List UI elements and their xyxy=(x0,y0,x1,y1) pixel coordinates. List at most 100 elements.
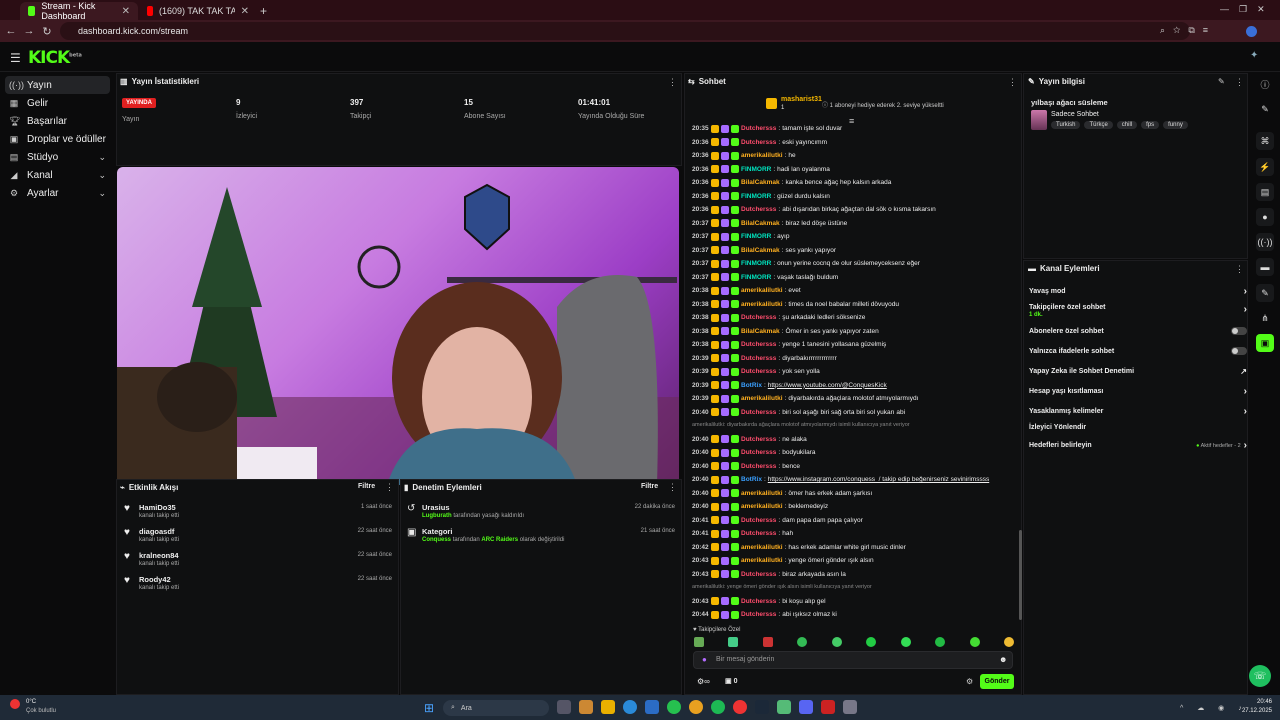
chat-scrollbar[interactable] xyxy=(1019,530,1022,620)
subs-only-row[interactable]: Abonelere özel sohbet xyxy=(1029,327,1247,335)
chat-username[interactable]: FINMORR xyxy=(741,163,771,177)
wrench-icon[interactable]: ✎ xyxy=(1256,284,1274,302)
chat-username[interactable]: FINMORR xyxy=(741,271,771,285)
send-button[interactable]: Gönder xyxy=(980,674,1014,689)
chat-message[interactable]: 20:44 Dutchersss: abi ışıksız olmaz ki xyxy=(692,608,1018,622)
chat-menu-icon[interactable]: ⋮ xyxy=(1008,77,1017,88)
chat-message[interactable]: 20:36 BilalCakmak: kanka bence ağaç hep ka… xyxy=(692,176,1018,190)
chat-message[interactable]: 20:37 BilalCakmak: biraz led döşe üstüne xyxy=(692,217,1018,231)
chat-username[interactable]: BotRix xyxy=(741,379,762,393)
chat-message[interactable]: 20:41 Dutchersss: dam papa dam papa çalıyo… xyxy=(692,514,1018,528)
chat-message[interactable]: 20:40 Dutchersss: biri sol aşağı biri sağ … xyxy=(692,406,1018,420)
chat-username[interactable]: Dutchersss xyxy=(741,338,776,352)
emote-only-row[interactable]: Yalnızca ifadelerle sohbet xyxy=(1029,347,1247,355)
document-icon[interactable]: ▤ xyxy=(1256,183,1274,201)
sidebar-item-basarilar[interactable]: 🏆︎ Başarılar xyxy=(5,112,110,130)
taskbar-app-icon[interactable] xyxy=(601,700,615,714)
channel-actions-menu-icon[interactable]: ⋮ xyxy=(1235,264,1244,275)
settings-chat-icon[interactable]: ⚙∞ xyxy=(697,677,710,686)
tag[interactable]: fps xyxy=(1141,121,1160,129)
activity-menu-icon[interactable]: ⋮ xyxy=(385,482,394,493)
banned-words-row[interactable]: Yasaklanmış kelimeler › xyxy=(1029,406,1247,417)
stream-preview[interactable] xyxy=(117,167,679,485)
sidebar-item-gelir[interactable]: ▦ Gelir xyxy=(5,94,110,112)
emoji-icon[interactable]: ☻ xyxy=(999,655,1007,664)
sidebar-item-droplar[interactable]: ▣ Droplar ve ödüller xyxy=(5,130,110,148)
chat-message[interactable]: 20:36 FINMORR: güzel durdu kalsın xyxy=(692,190,1018,204)
chat-username[interactable]: Dutchersss xyxy=(741,311,776,325)
chat-username[interactable]: Dutchersss xyxy=(741,136,776,150)
info-icon[interactable]: ⓘ xyxy=(1256,75,1274,93)
chat-message[interactable]: 20:43 Dutchersss: bi koşu alıp gel xyxy=(692,595,1018,609)
chat-message[interactable]: 20:39 amerikalilutki: diyarbakırda ağaçlar… xyxy=(692,392,1018,406)
chat-message[interactable]: 20:36 FINMORR: hadi lan oyalanma xyxy=(692,163,1018,177)
close-icon[interactable]: ✕ xyxy=(241,6,249,17)
sidebar-item-yayin[interactable]: ((·)) Yayın xyxy=(5,76,110,94)
activity-user[interactable]: Roody42 xyxy=(139,575,171,584)
chat-message[interactable]: 20:40 amerikalilutki: beklemedeyiz xyxy=(692,500,1018,514)
chat-message[interactable]: 20:38 BilalCakmak: Ömer in ses yankı yapıy… xyxy=(692,325,1018,339)
chat-username[interactable]: Dutchersss xyxy=(741,433,776,447)
taskbar-app-icon[interactable] xyxy=(689,700,703,714)
kick-logo[interactable]: KICKbeta xyxy=(28,48,82,68)
broadcast-icon[interactable]: ((·)) xyxy=(1256,233,1274,251)
url-bar[interactable]: dashboard.kick.com/stream xyxy=(60,22,1190,40)
sidebar-item-studyo[interactable]: ▤ Stüdyo ⌄ xyxy=(5,148,110,166)
chat-message[interactable]: 20:40 Dutchersss: ne alaka xyxy=(692,433,1018,447)
chat-message[interactable]: 20:38 Dutchersss: şu arkadaki ledleri söks… xyxy=(692,311,1018,325)
chat-bubble-icon[interactable]: ● xyxy=(1256,208,1274,226)
reload-icon[interactable]: ↻ xyxy=(38,25,56,38)
chat-message[interactable]: 20:37 FINMORR: ayıp xyxy=(692,230,1018,244)
support-chat-icon[interactable]: ☏ xyxy=(1249,665,1271,687)
tag[interactable]: chill xyxy=(1116,121,1138,129)
goals-row[interactable]: Hedefleri belirleyin ● Aktif hedefler - 2… xyxy=(1029,440,1247,451)
slow-mode-row[interactable]: Yavaş mod › xyxy=(1029,286,1247,297)
chat-message[interactable]: 20:44 Dutchersss:yarın hal edersin xyxy=(692,622,1018,623)
tag[interactable]: funny xyxy=(1163,121,1188,129)
host-row[interactable]: İzleyici Yönlendir xyxy=(1029,424,1247,431)
chat-username[interactable]: Dutchersss xyxy=(741,460,776,474)
chat-message[interactable]: 20:37 FINMORR: vaşak taslağı buldum xyxy=(692,271,1018,285)
ai-moderation-row[interactable]: Yapay Zeka ile Sohbet Denetimi ↗ xyxy=(1029,367,1247,376)
chat-message[interactable]: 20:40 amerikalilutki: ömer has erkek adam … xyxy=(692,487,1018,501)
stream-category[interactable]: Sadece Sohbet xyxy=(1051,111,1099,118)
gear-icon[interactable]: ⚙ xyxy=(966,677,973,686)
chat-message[interactable]: 20:43 amerikalilutki: yenge ömeri gönder ı… xyxy=(692,554,1018,568)
chat-username[interactable]: amerikalilutki xyxy=(741,298,783,312)
account-age-row[interactable]: Hesap yaşı kısıtlaması › xyxy=(1029,386,1247,397)
profile-avatar[interactable] xyxy=(1246,26,1257,37)
taskbar-app-icon[interactable] xyxy=(579,700,593,714)
chat-message[interactable]: 20:40 Dutchersss: bence xyxy=(692,460,1018,474)
list-icon[interactable]: ▬ xyxy=(1256,258,1274,276)
chat-username[interactable]: amerikalilutki xyxy=(741,284,783,298)
chat-message[interactable]: 20:38 amerikalilutki: evet xyxy=(692,284,1018,298)
taskbar-app-icon[interactable] xyxy=(843,700,857,714)
chat-username[interactable]: Dutchersss xyxy=(741,352,776,366)
back-icon[interactable]: ← xyxy=(2,25,20,37)
gift-rail-icon[interactable]: ▣ xyxy=(1256,334,1274,352)
chat-username[interactable]: Dutchersss xyxy=(741,406,776,420)
chat-message[interactable]: 20:43 Dutchersss: biraz arkayada asın la xyxy=(692,568,1018,582)
activity-filter-button[interactable]: Filtre xyxy=(358,483,375,490)
taskbar-app-icon[interactable] xyxy=(667,700,681,714)
activity-user[interactable]: kralneon84 xyxy=(139,551,179,560)
mic-icon[interactable]: ● xyxy=(702,655,707,664)
taskbar-app-icon[interactable] xyxy=(711,700,725,714)
sidebar-item-kanal[interactable]: ◢ Kanal ⌄ xyxy=(5,166,110,184)
taskbar-app-icon[interactable] xyxy=(645,700,659,714)
chat-username[interactable]: Dutchersss xyxy=(741,446,776,460)
chat-username[interactable]: Dutchersss xyxy=(741,608,776,622)
menu-icon[interactable]: ☰ xyxy=(10,51,21,65)
edit-icon[interactable]: ✎ xyxy=(1218,77,1225,86)
chat-username[interactable]: Dutchersss xyxy=(741,203,776,217)
taskbar-app-icon[interactable] xyxy=(557,700,571,714)
taskbar-app-icon[interactable] xyxy=(755,700,769,714)
chat-username[interactable]: amerikalilutki xyxy=(741,541,783,555)
chat-username[interactable]: Dutchersss xyxy=(741,365,776,379)
activity-user[interactable]: HamiDo35 xyxy=(139,503,176,512)
chat-username[interactable]: Dutchersss xyxy=(741,514,776,528)
share-icon[interactable]: ⋔ xyxy=(1256,309,1274,327)
new-tab-button[interactable]: + xyxy=(260,4,267,18)
chat-message[interactable]: 20:36 amerikalilutki: he xyxy=(692,149,1018,163)
tag[interactable]: Turkish xyxy=(1051,121,1081,129)
